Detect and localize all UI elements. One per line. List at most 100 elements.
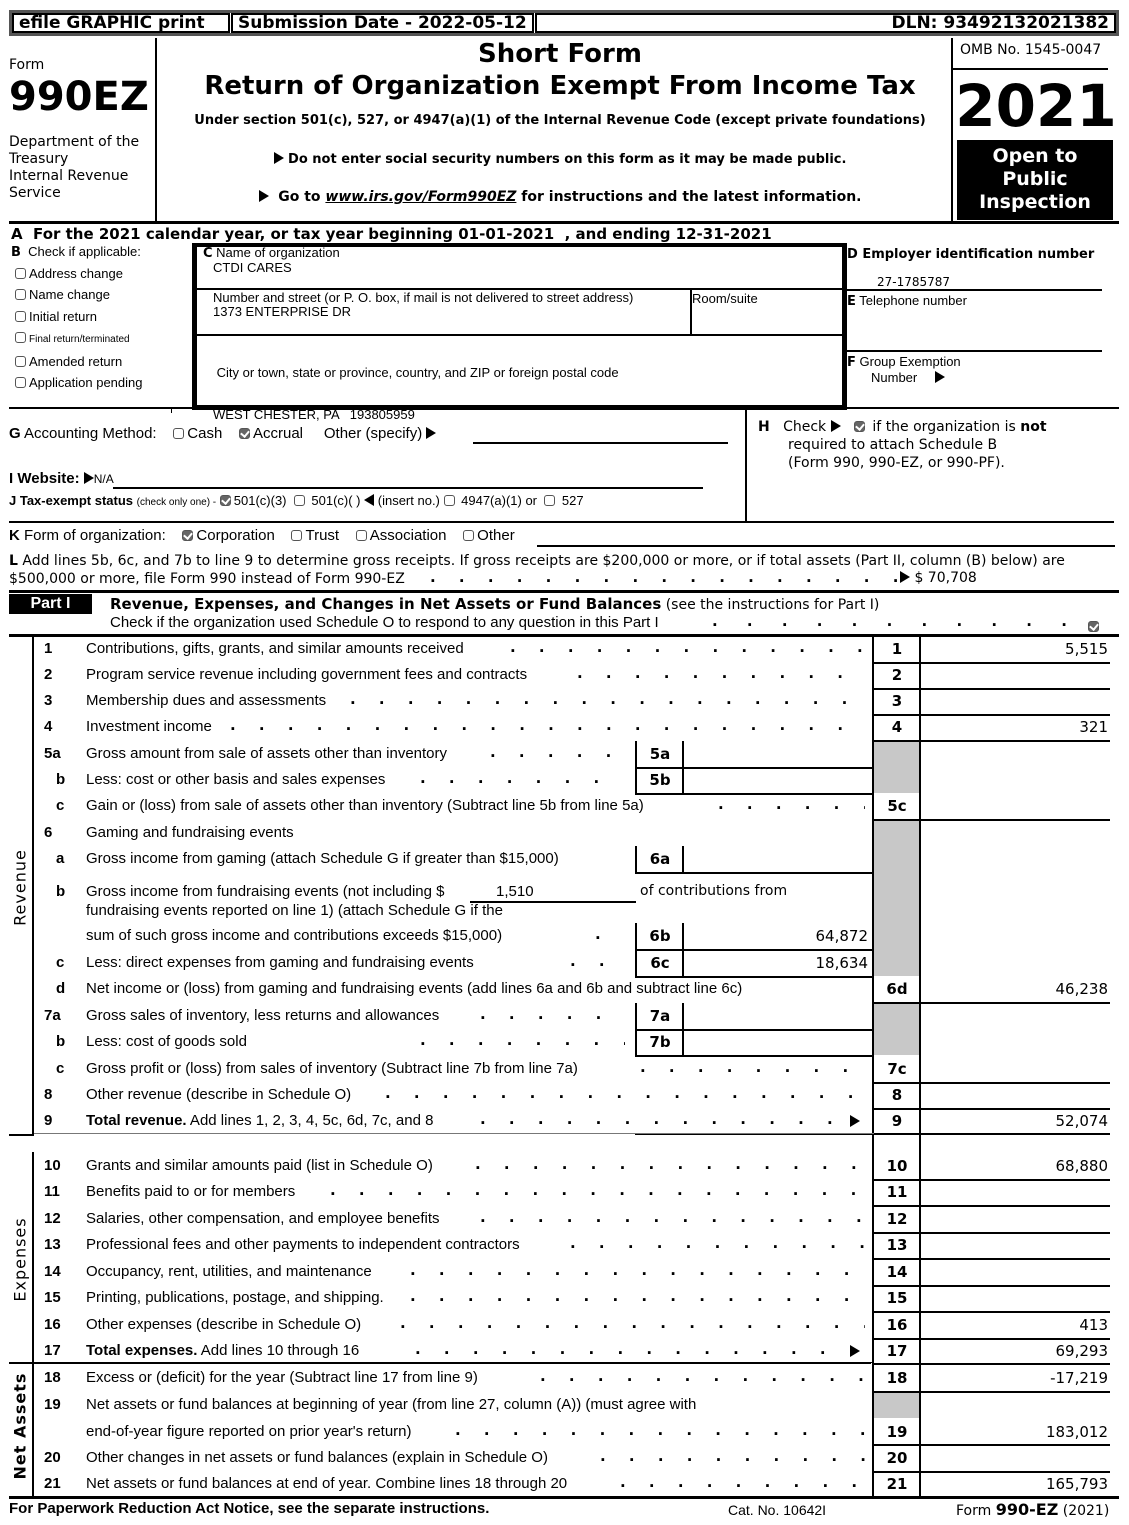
- divider: [635, 976, 873, 978]
- line-value[interactable]: 64,872: [684, 927, 869, 945]
- column-label: 16: [886, 1316, 908, 1334]
- divider: [34, 1133, 874, 1134]
- line-value[interactable]: 46,238: [921, 980, 1109, 998]
- divider: [9, 407, 1119, 409]
- dot-leader: . . . . . . . . . . . . . . . . . . . . …: [510, 638, 865, 656]
- line-value[interactable]: -17,219: [921, 1369, 1108, 1387]
- dot-leader: . . . . . . . . . . . . . . . . . . . . …: [385, 1084, 865, 1102]
- line-value[interactable]: 52,074: [921, 1112, 1109, 1130]
- divider: [874, 1108, 1110, 1110]
- schedule-b-checkbox[interactable]: [853, 421, 865, 432]
- arrow-left-icon: [364, 494, 375, 506]
- check-label: Amended return: [29, 353, 123, 369]
- line-value[interactable]: 413: [921, 1316, 1108, 1334]
- check-name-change[interactable]: Name change: [15, 284, 142, 305]
- dot-leader: . . . . . . . . . . . . . . . . . . . . …: [430, 568, 900, 586]
- schedule-o-check[interactable]: [1088, 616, 1102, 635]
- corporation-checkbox[interactable]: [182, 530, 194, 541]
- column-label: 13: [886, 1236, 908, 1254]
- divider: [921, 1391, 1110, 1393]
- line-value[interactable]: 321: [921, 718, 1108, 736]
- divider: [113, 487, 703, 489]
- accrual-checkbox[interactable]: [238, 428, 250, 439]
- line-text: end-of-year figure reported on prior yea…: [86, 1423, 412, 1440]
- l-text2: $500,000 or more, file Form 990 instead …: [9, 571, 405, 587]
- checkbox[interactable]: [15, 310, 26, 322]
- line-value[interactable]: 5,515: [921, 640, 1108, 658]
- submission-date: Submission Date - 2022-05-12: [231, 13, 534, 33]
- trust-checkbox[interactable]: [291, 530, 303, 541]
- other-specify-field[interactable]: [473, 442, 728, 444]
- check-application-pending[interactable]: Application pending: [15, 372, 142, 393]
- line-value[interactable]: 69,293: [921, 1342, 1109, 1360]
- association-checkbox[interactable]: [355, 530, 367, 541]
- line-number: 15: [44, 1289, 61, 1306]
- badge-line: Inspection: [979, 191, 1091, 213]
- 501c-checkbox[interactable]: [293, 495, 305, 506]
- arrow-icon: [830, 420, 841, 432]
- sub-column-label: 6b: [649, 927, 671, 945]
- k-other-field[interactable]: [537, 545, 1115, 547]
- line-text: Program service revenue including govern…: [86, 666, 528, 683]
- other-checkbox[interactable]: [463, 530, 475, 541]
- group-label2: Number: [871, 370, 918, 385]
- checkbox[interactable]: [15, 289, 26, 301]
- dot-leader: . . . . . . . . . . . .: [718, 795, 865, 813]
- divider: [874, 1205, 1110, 1207]
- line-text: Gross profit or (loss) from sales of inv…: [86, 1060, 578, 1077]
- accounting-method: G Accounting Method: Cash Accrual Other …: [9, 425, 437, 442]
- line-value[interactable]: 18,634: [684, 954, 869, 972]
- divider: [847, 350, 1102, 352]
- line-value[interactable]: 183,012: [921, 1423, 1108, 1441]
- goto-text: Go to: [278, 189, 326, 205]
- divider: [9, 221, 1119, 224]
- j-opt2-note: (insert no.): [377, 493, 440, 508]
- checkbox[interactable]: [15, 377, 26, 389]
- 527-checkbox[interactable]: [544, 495, 556, 506]
- schedule-o-checkbox[interactable]: [1088, 621, 1099, 632]
- line-text: of contributions from: [640, 883, 788, 899]
- check-label: Final return/terminated: [29, 334, 130, 346]
- arrow-icon: [935, 371, 946, 383]
- dot-leader: . . . . . . . . . . . . . . . . . . . . …: [480, 1110, 840, 1128]
- column-label: 18: [886, 1369, 908, 1387]
- line-text: Grants and similar amounts paid (list in…: [86, 1157, 433, 1174]
- line-value[interactable]: 165,793: [921, 1475, 1108, 1493]
- check-final-return[interactable]: Final return/terminated: [15, 327, 142, 350]
- column-label: 2: [891, 666, 903, 684]
- line-text-bold: Total expenses.: [86, 1342, 198, 1359]
- sub-column-label: 5b: [649, 771, 671, 789]
- line-number: b: [56, 1033, 66, 1050]
- irs-link[interactable]: www.irs.gov/Form990EZ: [325, 189, 516, 205]
- j-opt1: 501(c)(3): [233, 493, 287, 508]
- divider: [874, 1444, 1110, 1446]
- section-g-letter: G: [9, 425, 21, 442]
- column-label: 7c: [887, 1060, 907, 1078]
- dot-leader: . . . . . . . . . . . . . . . .: [420, 1031, 625, 1049]
- checkbox[interactable]: [15, 268, 26, 279]
- inline-contribution-value[interactable]: 1,510: [496, 883, 534, 900]
- 501c3-checkbox[interactable]: [219, 495, 231, 506]
- 4947-checkbox[interactable]: [443, 495, 455, 506]
- k-label: Form of organization:: [19, 527, 166, 544]
- check-amended-return[interactable]: Amended return: [15, 351, 142, 372]
- line-text: Net income or (loss) from gaming and fun…: [86, 980, 743, 997]
- divider: [635, 1029, 873, 1031]
- cash-checkbox[interactable]: [173, 428, 185, 439]
- line-value[interactable]: 68,880: [921, 1157, 1109, 1175]
- instructions-notice: Go to www.irs.gov/Form990EZ for instruct…: [157, 189, 963, 205]
- line-number: 18: [44, 1369, 61, 1386]
- h-text2: required to attach Schedule B: [788, 437, 998, 453]
- line-number: a: [56, 850, 65, 867]
- checkbox[interactable]: [15, 332, 26, 344]
- other-label: Other (specify): [323, 425, 423, 442]
- room-suite-label: Room/suite: [692, 291, 758, 306]
- checkbox[interactable]: [15, 355, 26, 367]
- sub-column-label: 7a: [649, 1007, 671, 1025]
- street-value: 1373 ENTERPRISE DR: [213, 304, 351, 319]
- check-address-change[interactable]: Address change: [15, 263, 142, 284]
- section-h-letter: H: [758, 419, 770, 435]
- check-initial-return[interactable]: Initial return: [15, 306, 142, 327]
- accrual-label: Accrual: [252, 425, 304, 442]
- website-label: I Website:: [9, 470, 80, 487]
